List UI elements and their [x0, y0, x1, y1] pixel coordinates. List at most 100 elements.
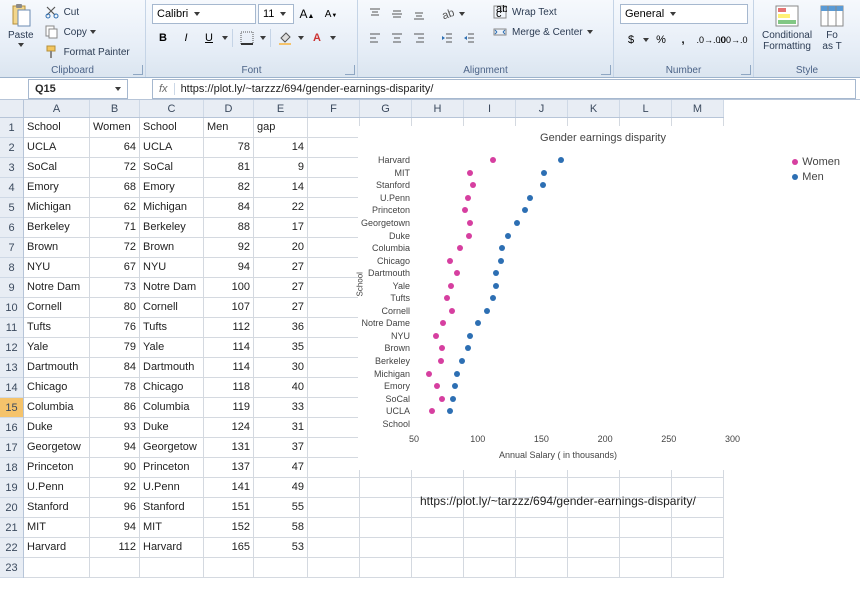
cell[interactable]: School	[24, 118, 90, 138]
format-painter-button[interactable]: Format Painter	[40, 42, 134, 62]
cell[interactable]: NYU	[24, 258, 90, 278]
cell[interactable]: Georgetow	[24, 438, 90, 458]
cell[interactable]	[568, 558, 620, 578]
column-header[interactable]: M	[672, 100, 724, 117]
cell[interactable]	[516, 538, 568, 558]
cell[interactable]: 112	[90, 538, 140, 558]
cell[interactable]: 82	[204, 178, 254, 198]
cell[interactable]	[360, 498, 412, 518]
row-header[interactable]: 20	[0, 498, 23, 518]
percent-button[interactable]: %	[650, 30, 672, 50]
cell[interactable]: SoCal	[140, 158, 204, 178]
comma-button[interactable]: ,	[672, 30, 694, 50]
cell[interactable]	[360, 538, 412, 558]
align-center-button[interactable]	[386, 28, 408, 48]
increase-font-button[interactable]: A▲	[296, 4, 318, 24]
row-header[interactable]: 16	[0, 418, 23, 438]
row-header[interactable]: 6	[0, 218, 23, 238]
cell[interactable]	[412, 538, 464, 558]
cell[interactable]: Columbia	[140, 398, 204, 418]
cell[interactable]	[308, 278, 360, 298]
cell[interactable]: 96	[90, 498, 140, 518]
cell[interactable]: 68	[90, 178, 140, 198]
cell[interactable]: 92	[204, 238, 254, 258]
cell[interactable]: 94	[204, 258, 254, 278]
cell[interactable]: 47	[254, 458, 308, 478]
cell[interactable]: UCLA	[24, 138, 90, 158]
cell[interactable]: 55	[254, 498, 308, 518]
cell[interactable]: 64	[90, 138, 140, 158]
column-header[interactable]: B	[90, 100, 140, 117]
column-header[interactable]: I	[464, 100, 516, 117]
cell[interactable]: Chicago	[24, 378, 90, 398]
cell[interactable]: 35	[254, 338, 308, 358]
chart-gender-earnings[interactable]: Gender earnings disparity Women Men Scho…	[358, 126, 848, 470]
number-format-combo[interactable]: General	[620, 4, 748, 24]
cell[interactable]	[516, 518, 568, 538]
cell[interactable]	[308, 438, 360, 458]
row-header[interactable]: 1	[0, 118, 23, 138]
cell[interactable]	[24, 558, 90, 578]
cell[interactable]: 118	[204, 378, 254, 398]
cell[interactable]: 49	[254, 478, 308, 498]
cell[interactable]	[516, 558, 568, 578]
row-header[interactable]: 15	[0, 398, 23, 418]
italic-button[interactable]: I	[175, 28, 197, 48]
cell[interactable]	[308, 538, 360, 558]
cell[interactable]: Notre Dam	[140, 278, 204, 298]
currency-dropdown[interactable]	[642, 30, 650, 50]
bold-button[interactable]: B	[152, 28, 174, 48]
column-header[interactable]: E	[254, 100, 308, 117]
cell[interactable]: 151	[204, 498, 254, 518]
cell[interactable]: U.Penn	[140, 478, 204, 498]
align-bottom-button[interactable]	[408, 4, 430, 24]
row-header[interactable]: 2	[0, 138, 23, 158]
row-headers[interactable]: 1234567891011121314151617181920212223	[0, 118, 24, 578]
cell[interactable]: 124	[204, 418, 254, 438]
align-right-button[interactable]	[408, 28, 430, 48]
cell[interactable]: 17	[254, 218, 308, 238]
cell[interactable]	[360, 558, 412, 578]
cell[interactable]: 107	[204, 298, 254, 318]
cell[interactable]: Chicago	[140, 378, 204, 398]
row-header[interactable]: 9	[0, 278, 23, 298]
cell[interactable]	[308, 458, 360, 478]
paste-button[interactable]: Paste	[4, 2, 38, 63]
cell[interactable]: Brown	[24, 238, 90, 258]
cell[interactable]: 14	[254, 138, 308, 158]
row-header[interactable]: 10	[0, 298, 23, 318]
font-family-combo[interactable]: Calibri	[152, 4, 256, 24]
cell[interactable]: 22	[254, 198, 308, 218]
cell[interactable]: Women	[90, 118, 140, 138]
cell[interactable]: Harvard	[24, 538, 90, 558]
cell[interactable]: Princeton	[24, 458, 90, 478]
cell[interactable]: 67	[90, 258, 140, 278]
column-header[interactable]: G	[360, 100, 412, 117]
row-header[interactable]: 17	[0, 438, 23, 458]
row-header[interactable]: 5	[0, 198, 23, 218]
decrease-font-button[interactable]: A▼	[320, 4, 342, 24]
fx-icon[interactable]: fx	[153, 83, 175, 95]
column-header[interactable]: C	[140, 100, 204, 117]
cell[interactable]	[204, 558, 254, 578]
wrap-text-button[interactable]: abc Wrap Text	[488, 2, 597, 22]
cut-button[interactable]: Cut	[40, 2, 134, 22]
row-header[interactable]: 7	[0, 238, 23, 258]
cell[interactable]	[308, 318, 360, 338]
cell[interactable]: 40	[254, 378, 308, 398]
cell[interactable]: 27	[254, 278, 308, 298]
cell[interactable]: Emory	[140, 178, 204, 198]
cell[interactable]: 131	[204, 438, 254, 458]
cell[interactable]: 71	[90, 218, 140, 238]
cell[interactable]: 72	[90, 158, 140, 178]
cell[interactable]	[308, 378, 360, 398]
cell[interactable]: 92	[90, 478, 140, 498]
cell[interactable]: MIT	[24, 518, 90, 538]
cell[interactable]: 112	[204, 318, 254, 338]
row-header[interactable]: 8	[0, 258, 23, 278]
cell[interactable]: Duke	[140, 418, 204, 438]
cell[interactable]: Tufts	[140, 318, 204, 338]
font-color-dropdown[interactable]	[329, 28, 337, 48]
format-as-table-button[interactable]: Fo as T	[816, 2, 848, 63]
cell[interactable]: 53	[254, 538, 308, 558]
